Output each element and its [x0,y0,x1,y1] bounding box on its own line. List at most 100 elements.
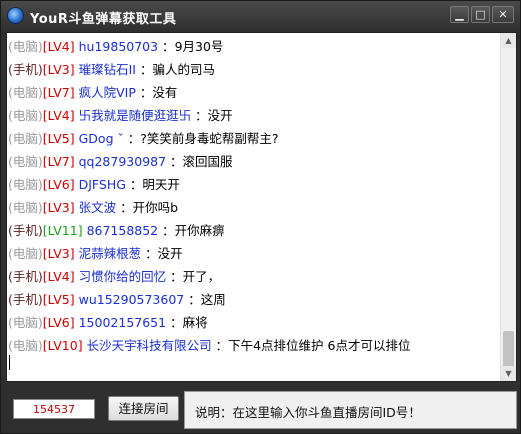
chat-message: (电脑)[LV3] 张文波 ：开你吗b [7,196,501,219]
message-level: [LV3] [42,200,75,215]
message-source: (电脑) [8,85,43,100]
room-id-input[interactable] [13,399,95,419]
message-source: (电脑) [8,338,43,353]
message-separator: ： [123,131,141,146]
message-nickname: qq287930987 [78,154,167,169]
message-separator: ： [141,246,158,261]
chat-message: (电脑)[LV4] hu19850703 ：9月30号 [7,35,501,58]
message-text: 这周 [200,292,226,307]
title-bar[interactable]: YouR斗鱼弹幕获取工具 ▁ □ ✕ [1,1,520,31]
message-nickname: 泥蒜辣根葱 [78,246,142,261]
close-button[interactable]: ✕ [492,6,514,23]
message-nickname: 15002157651 [78,315,167,330]
connect-room-button[interactable]: 连接房间 [108,396,179,421]
message-text: 9月30号 [174,39,224,54]
message-text: ?笑笑前身毒蛇帮副帮主? [140,131,279,146]
message-nickname: 张文波 [78,200,117,215]
message-text: 没开 [157,246,183,261]
message-level: [LV10] [42,338,83,353]
message-separator: ： [166,269,183,284]
message-separator: ： [211,338,229,353]
message-separator: ： [158,39,175,54]
minimize-button[interactable]: ▁ [450,6,469,23]
message-source: (手机) [8,62,43,77]
message-text: 骗人的司马 [152,62,215,77]
message-source: (电脑) [8,315,43,330]
message-source: (手机) [8,223,43,238]
chat-message: (电脑)[LV6] 15002157651 ：麻将 [7,311,501,334]
message-separator: ： [125,177,143,192]
message-level: [LV6] [42,315,75,330]
message-text: 下午4点排位维护 6点才可以排位 [228,338,411,353]
message-separator: ： [166,315,183,330]
chat-message: (电脑)[LV6] DJFSHG ：明天开 [7,173,501,196]
message-text: 明天开 [142,177,180,192]
message-nickname: 疯人院VIP [78,85,136,100]
message-text: 没有 [152,85,178,100]
hint-text: 说明：在这里输入你斗鱼直播房间ID号！ [195,405,421,420]
message-level: [LV5] [42,292,75,307]
message-separator: ： [116,200,133,215]
message-source: (电脑) [8,177,43,192]
message-level: [LV5] [42,131,75,146]
message-nickname: wu15290573607 [78,292,185,307]
maximize-button[interactable]: □ [471,6,490,23]
message-nickname: GDog ˇ [78,131,124,146]
danmaku-chat-area[interactable]: (电脑)[LV4] hu19850703 ：9月30号 (手机)[LV3] 璀璨钻… [6,32,517,382]
message-separator: ： [166,154,183,169]
message-level: [LV3] [42,246,75,261]
hint-panel: 说明：在这里输入你斗鱼直播房间ID号！ [184,391,517,429]
message-nickname: 卐我就是随便逛逛卐 [78,108,192,123]
message-separator: ： [158,223,175,238]
message-nickname: hu19850703 [78,39,159,54]
scroll-thumb[interactable] [503,331,514,371]
chat-message: (电脑)[LV7] 疯人院VIP ：没有 [7,81,501,104]
message-text: 滚回国服 [182,154,233,169]
app-window: YouR斗鱼弹幕获取工具 ▁ □ ✕ (电脑)[LV4] hu19850703 … [0,0,521,434]
scroll-up-icon[interactable]: ▲ [501,33,516,48]
text-caret [9,355,10,370]
message-level: [LV4] [42,39,75,54]
message-level: [LV6] [42,177,75,192]
message-text: 开你吗b [132,200,179,215]
message-text: 没开 [207,108,233,123]
message-nickname: 长沙天宇科技有限公司 [86,338,212,353]
chat-message: (手机)[LV5] wu15290573607 ：这周 [7,288,501,311]
message-source: (电脑) [8,108,43,123]
vertical-scrollbar[interactable]: ▲ ▼ [500,33,516,381]
message-separator: ： [135,62,153,77]
message-text: 开了， [182,269,221,284]
chat-message-list: (电脑)[LV4] hu19850703 ：9月30号 (手机)[LV3] 璀璨钻… [7,35,501,357]
window-title: YouR斗鱼弹幕获取工具 [30,12,177,27]
message-source: (电脑) [8,131,43,146]
message-nickname: 867158852 [86,223,159,238]
message-level: [LV4] [42,108,75,123]
message-level: [LV3] [42,62,75,77]
message-level: [LV11] [42,223,83,238]
chat-message: (电脑)[LV10] 长沙天宇科技有限公司 ：下午4点排位维护 6点才可以排位 [7,334,501,357]
message-text: 麻将 [182,315,208,330]
message-source: (电脑) [8,200,43,215]
chat-message: (手机)[LV11] 867158852 ：开你麻痹 [7,219,501,242]
chat-message: (电脑)[LV5] GDog ˇ ：?笑笑前身毒蛇帮副帮主? [7,127,501,150]
chat-message: (手机)[LV4] 习惯你给的回忆 ：开了， [7,265,501,288]
chat-message: (电脑)[LV3] 泥蒜辣根葱 ：没开 [7,242,501,265]
message-level: [LV4] [42,269,75,284]
message-separator: ： [191,108,208,123]
message-source: (电脑) [8,154,43,169]
chat-message: (手机)[LV3] 璀璨钻石II ：骗人的司马 [7,58,501,81]
message-level: [LV7] [42,154,75,169]
message-source: (手机) [8,269,43,284]
message-nickname: 璀璨钻石II [78,62,136,77]
message-separator: ： [135,85,153,100]
app-icon [8,8,23,23]
message-nickname: DJFSHG [78,177,126,192]
message-source: (手机) [8,292,43,307]
scroll-down-icon[interactable]: ▼ [501,366,516,381]
message-level: [LV7] [42,85,75,100]
chat-message: (电脑)[LV7] qq287930987 ：滚回国服 [7,150,501,173]
message-text: 开你麻痹 [174,223,225,238]
message-source: (电脑) [8,246,43,261]
message-separator: ： [184,292,201,307]
chat-message: (电脑)[LV4] 卐我就是随便逛逛卐 ：没开 [7,104,501,127]
